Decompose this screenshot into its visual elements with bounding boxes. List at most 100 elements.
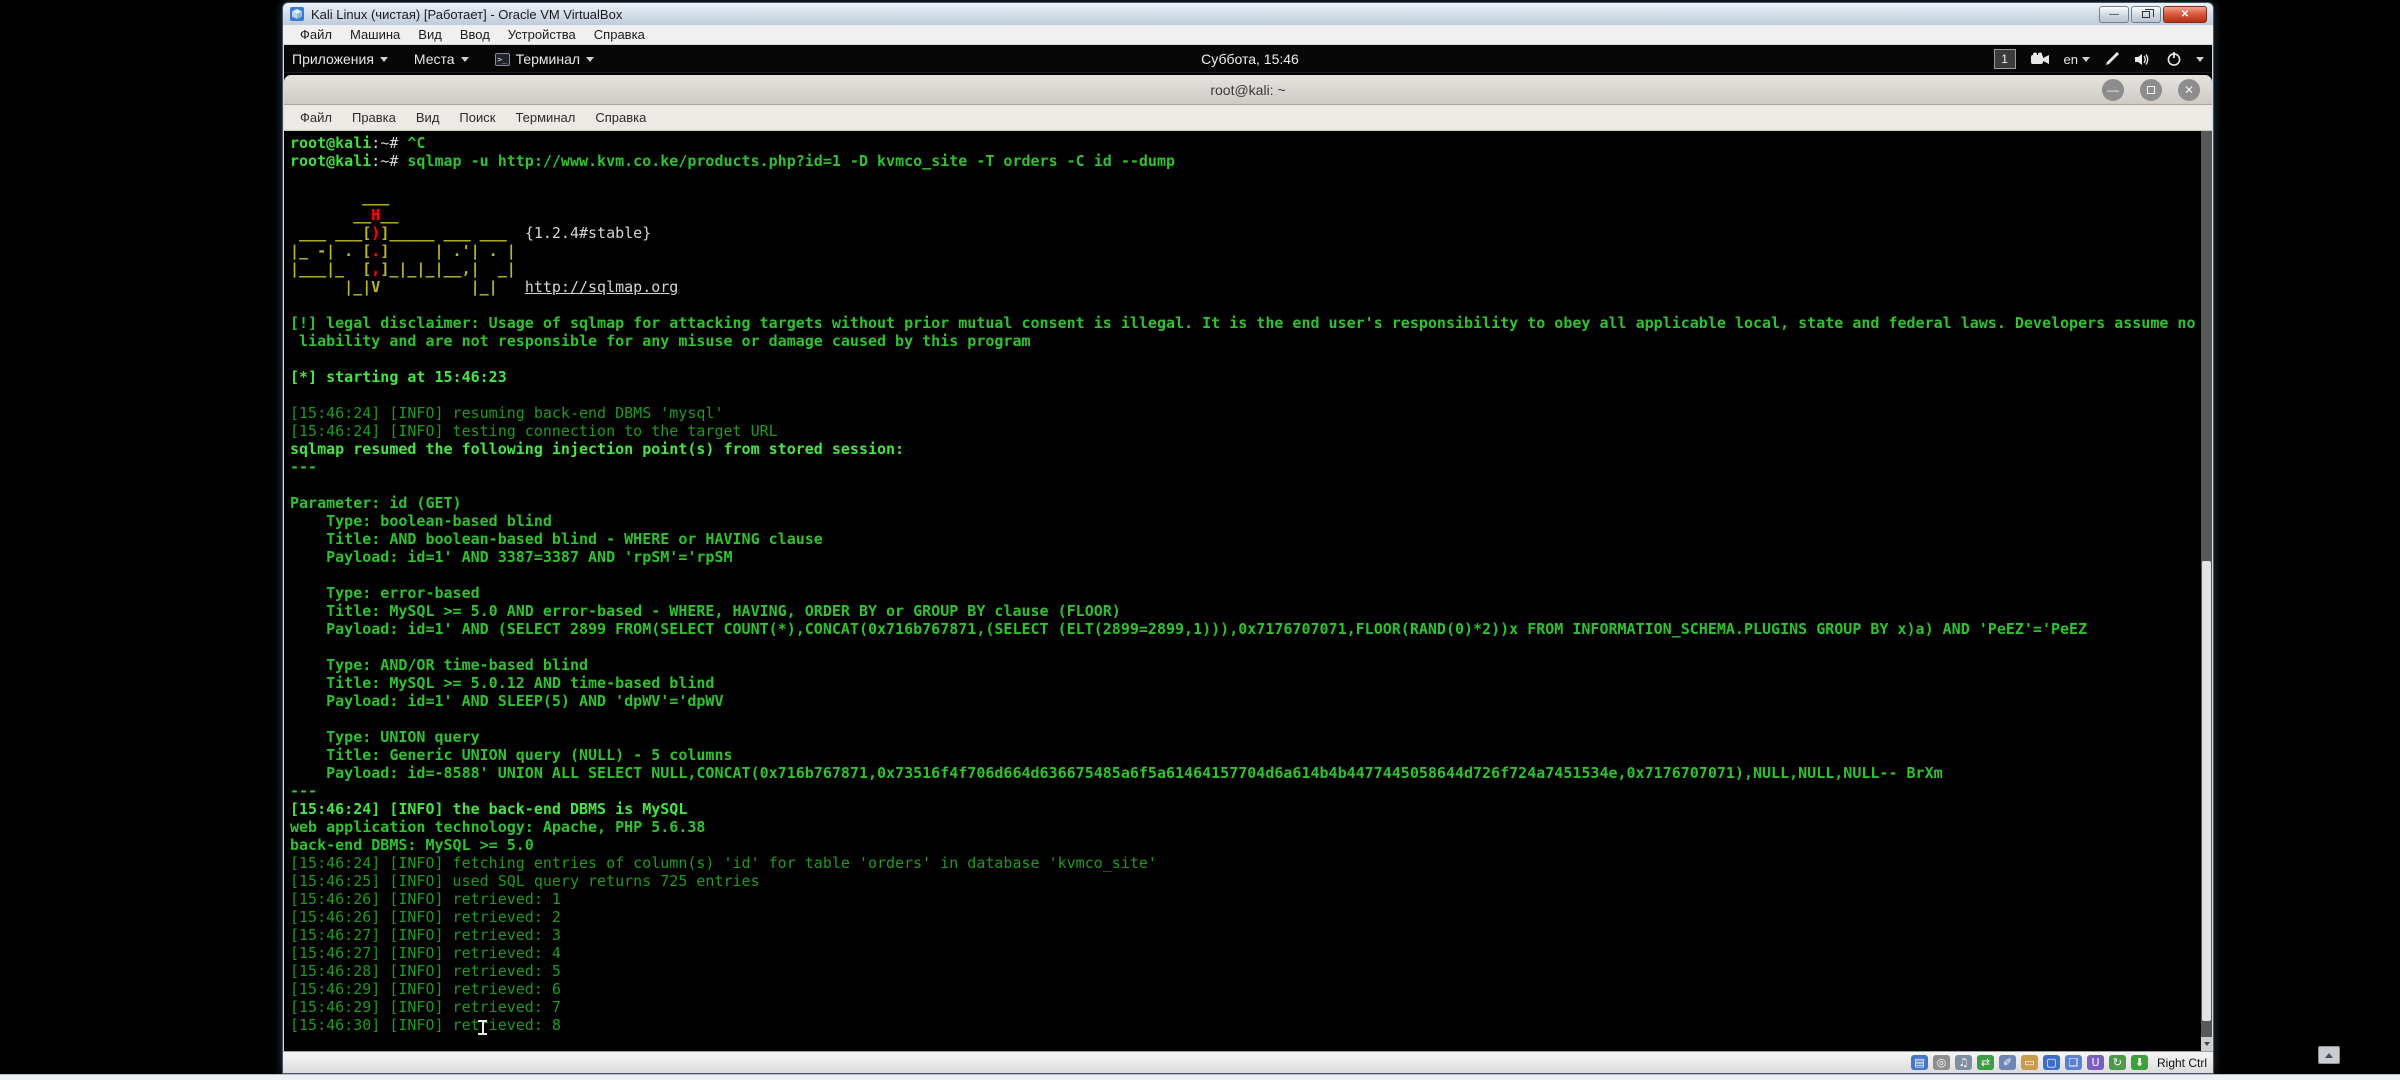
menu-machine[interactable]: Машина xyxy=(341,27,409,42)
restore-button[interactable] xyxy=(2131,6,2161,23)
maximize-icon xyxy=(2147,86,2155,94)
terminal-minimize-button[interactable]: — xyxy=(2102,79,2124,101)
terminal-output[interactable]: root@kali:~# ^Croot@kali:~# sqlmap -u ht… xyxy=(284,131,2212,1051)
panel-clock[interactable]: Суббота, 15:46 xyxy=(1201,45,1299,73)
terminal-line: liability and are not responsible for an… xyxy=(290,332,2212,350)
applications-menu[interactable]: Приложения xyxy=(292,51,388,67)
download-icon[interactable]: ⬇ xyxy=(2131,1055,2148,1070)
term-menu-terminal[interactable]: Терминал xyxy=(505,110,585,125)
vbox-statusbar: ▤ ◎ ♫ ⇄ ✐ ▭ ▢ ❏ U ↻ ⬇ Right Ctrl xyxy=(283,1051,2213,1073)
tray-expander-button[interactable] xyxy=(2318,1046,2340,1064)
usb-icon[interactable]: ✐ xyxy=(1999,1055,2016,1070)
virtualbox-window: Kali Linux (чистая) [Работает] - Oracle … xyxy=(282,2,2214,1074)
camera-icon[interactable] xyxy=(2030,52,2050,66)
terminal-titlebar[interactable]: root@kali: ~ — ✕ xyxy=(284,75,2212,105)
terminal-line: root@kali:~# ^C xyxy=(290,134,2212,152)
terminal-line: [15:46:24] [INFO] fetching entries of co… xyxy=(290,854,2212,872)
terminal-line: [15:46:29] [INFO] retrieved: 6 xyxy=(290,980,2212,998)
volume-icon[interactable] xyxy=(2134,52,2152,67)
terminal-line: |___|_ [,]_|_|_|__,| _| xyxy=(290,260,2212,278)
menu-input[interactable]: Ввод xyxy=(451,27,499,42)
guest-screen: Приложения Места >_ Терминал Суббота, 15… xyxy=(284,45,2212,1051)
workspace-indicator[interactable]: 1 xyxy=(1994,49,2016,69)
cd-icon[interactable]: ◎ xyxy=(1933,1055,1950,1070)
terminal-line: Payload: id=1' AND SLEEP(5) AND 'dpWV'='… xyxy=(290,692,2212,710)
virtualbox-logo-icon xyxy=(289,6,305,22)
minimize-button[interactable]: — xyxy=(2099,6,2129,23)
terminal-line: Title: Generic UNION query (NULL) - 5 co… xyxy=(290,746,2212,764)
terminal-line: Type: UNION query xyxy=(290,728,2212,746)
features-icon[interactable]: U xyxy=(2087,1055,2104,1070)
term-menu-help[interactable]: Справка xyxy=(585,110,656,125)
scrollbar-down-arrow[interactable] xyxy=(2201,1037,2212,1051)
audio-icon[interactable]: ♫ xyxy=(1955,1055,1972,1070)
terminal-app-label: Терминал xyxy=(516,51,580,67)
chevron-down-icon[interactable] xyxy=(2196,57,2204,62)
terminal-line xyxy=(290,566,2212,584)
ibeam-cursor xyxy=(478,1020,487,1035)
terminal-line: [15:46:25] [INFO] used SQL query returns… xyxy=(290,872,2212,890)
places-menu[interactable]: Места xyxy=(414,51,469,67)
shared-folder-icon[interactable]: ▭ xyxy=(2021,1055,2038,1070)
term-menu-edit[interactable]: Правка xyxy=(342,110,406,125)
terminal-line: [15:46:27] [INFO] retrieved: 3 xyxy=(290,926,2212,944)
applications-label: Приложения xyxy=(292,51,374,67)
screen: Kali Linux (чистая) [Работает] - Oracle … xyxy=(0,0,2400,1080)
terminal-scrollbar[interactable] xyxy=(2201,131,2212,1051)
terminal-line: root@kali:~# sqlmap -u http://www.kvm.co… xyxy=(290,152,2212,170)
terminal-line xyxy=(290,350,2212,368)
power-icon[interactable] xyxy=(2166,51,2182,67)
terminal-window: root@kali: ~ — ✕ Файл Правка Вид Поиск Т… xyxy=(284,75,2212,1051)
terminal-app-menu[interactable]: >_ Терминал xyxy=(495,51,594,67)
terminal-line: [15:46:24] [INFO] testing connection to … xyxy=(290,422,2212,440)
display-icon[interactable]: ▢ xyxy=(2043,1055,2060,1070)
scrollbar-thumb[interactable] xyxy=(2202,561,2211,1021)
terminal-line: [15:46:24] [INFO] the back-end DBMS is M… xyxy=(290,800,2212,818)
terminal-line: Type: AND/OR time-based blind xyxy=(290,656,2212,674)
term-menu-search[interactable]: Поиск xyxy=(449,110,505,125)
vbox-titlebar[interactable]: Kali Linux (чистая) [Работает] - Oracle … xyxy=(283,3,2213,25)
chevron-down-icon xyxy=(461,57,469,62)
hdd-icon[interactable]: ▤ xyxy=(1911,1055,1928,1070)
pen-icon[interactable] xyxy=(2104,51,2120,67)
terminal-line xyxy=(290,386,2212,404)
terminal-maximize-button[interactable] xyxy=(2140,79,2162,101)
host-key-label: Right Ctrl xyxy=(2157,1056,2207,1070)
vbox-menubar: Файл Машина Вид Ввод Устройства Справка xyxy=(283,25,2213,45)
terminal-line: |_ -| . [.] | .'| . | xyxy=(290,242,2212,260)
terminal-line: sqlmap resumed the following injection p… xyxy=(290,440,2212,458)
terminal-line: Parameter: id (GET) xyxy=(290,494,2212,512)
terminal-line: [15:46:28] [INFO] retrieved: 5 xyxy=(290,962,2212,980)
terminal-line: Type: boolean-based blind xyxy=(290,512,2212,530)
sync-icon[interactable]: ↻ xyxy=(2109,1055,2126,1070)
terminal-line: [!] legal disclaimer: Usage of sqlmap fo… xyxy=(290,314,2212,332)
terminal-line: back-end DBMS: MySQL >= 5.0 xyxy=(290,836,2212,854)
terminal-app-icon: >_ xyxy=(495,53,510,66)
terminal-menubar: Файл Правка Вид Поиск Терминал Справка xyxy=(284,105,2212,131)
close-button[interactable]: ✕ xyxy=(2163,6,2207,23)
keyboard-layout-menu[interactable]: en xyxy=(2064,52,2090,67)
term-menu-view[interactable]: Вид xyxy=(406,110,450,125)
terminal-line: __H__ xyxy=(290,206,2212,224)
seamless-icon[interactable]: ❏ xyxy=(2065,1055,2082,1070)
network-icon[interactable]: ⇄ xyxy=(1977,1055,1994,1070)
terminal-line: ___ ___[)]_____ ___ ___ {1.2.4#stable} xyxy=(290,224,2212,242)
terminal-line: Payload: id=1' AND 3387=3387 AND 'rpSM'=… xyxy=(290,548,2212,566)
terminal-line: [15:46:24] [INFO] resuming back-end DBMS… xyxy=(290,404,2212,422)
terminal-line xyxy=(290,296,2212,314)
terminal-close-button[interactable]: ✕ xyxy=(2178,79,2200,101)
menu-file[interactable]: Файл xyxy=(291,27,341,42)
menu-help[interactable]: Справка xyxy=(585,27,654,42)
menu-devices[interactable]: Устройства xyxy=(499,27,585,42)
clock-label: Суббота, 15:46 xyxy=(1201,51,1299,67)
terminal-line xyxy=(290,170,2212,188)
terminal-line xyxy=(290,710,2212,728)
terminal-line: [15:46:26] [INFO] retrieved: 1 xyxy=(290,890,2212,908)
chevron-down-icon xyxy=(380,57,388,62)
term-menu-file[interactable]: Файл xyxy=(290,110,342,125)
terminal-line: --- xyxy=(290,782,2212,800)
menu-view[interactable]: Вид xyxy=(409,27,451,42)
terminal-line: Payload: id=1' AND (SELECT 2899 FROM(SEL… xyxy=(290,620,2212,638)
terminal-line: [15:46:27] [INFO] retrieved: 4 xyxy=(290,944,2212,962)
terminal-line xyxy=(290,476,2212,494)
